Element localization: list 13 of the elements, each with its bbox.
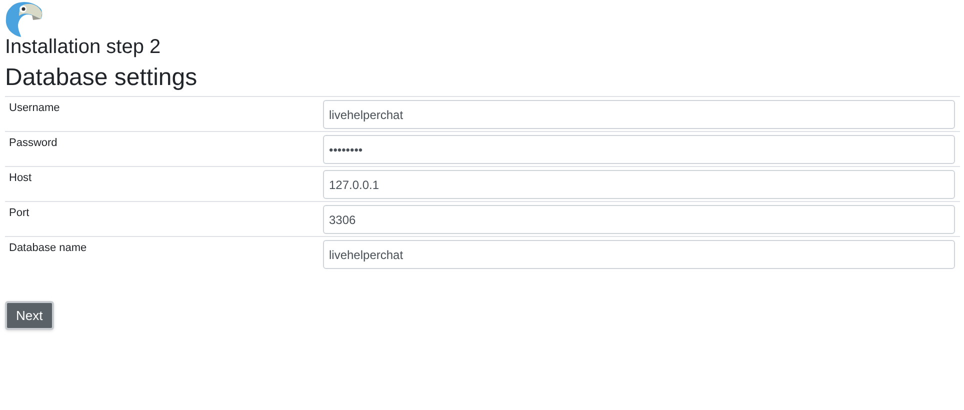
field-label: Database name [8,241,88,255]
field-label: Username [8,101,61,115]
section-heading: Database settings [4,63,198,93]
field-label: Host [8,171,33,185]
step-heading: Installation step 2 [4,35,162,59]
next-button[interactable]: Next [5,301,54,330]
text-field[interactable]: livehelperchat [323,100,955,129]
field-label: Port [8,206,30,220]
text-field[interactable]: 3306 [323,205,955,234]
text-field[interactable]: 127.0.0.1 [323,170,955,199]
field-label: Password [8,136,58,150]
text-field[interactable]: •••••••• [323,135,955,164]
text-field[interactable]: livehelperchat [323,240,955,269]
